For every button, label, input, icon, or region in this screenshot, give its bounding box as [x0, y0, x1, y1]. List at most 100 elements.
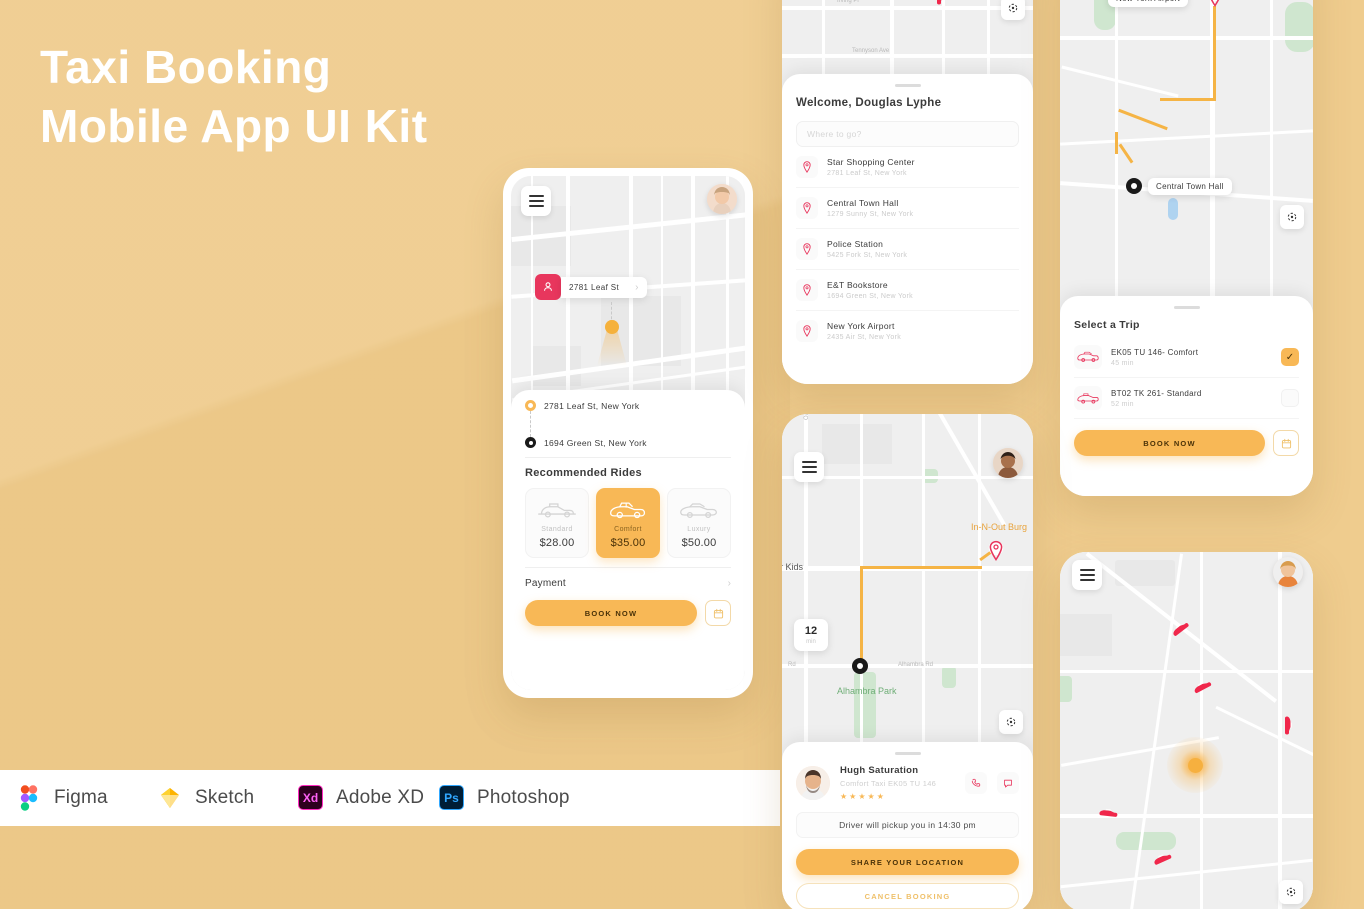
- hamburger-icon[interactable]: [794, 452, 824, 482]
- pickup-note: Driver will pickup you in 14:30 pm: [796, 812, 1019, 838]
- book-now-button[interactable]: BOOK NOW: [525, 600, 697, 626]
- eta-unit: min: [806, 638, 816, 645]
- sheet-grabber[interactable]: [1173, 306, 1200, 309]
- figma-icon: [16, 785, 42, 811]
- place-address: 2781 Leaf St, New York: [827, 170, 907, 177]
- current-location-dot: [852, 658, 868, 674]
- dropoff-row[interactable]: 1694 Green St, New York: [525, 437, 731, 448]
- search-sheet: Welcome, Douglas Lyphe Where to go? Star…: [782, 74, 1033, 384]
- destination-dot-icon[interactable]: [1126, 178, 1142, 194]
- tool-label: Figma: [54, 787, 108, 808]
- pulse-marker: [1167, 737, 1223, 793]
- trip-duration: 45 min: [1111, 359, 1134, 367]
- car-marker[interactable]: [1097, 805, 1118, 821]
- driver-car: Comfort Taxi EK05 TU 146: [840, 779, 937, 788]
- ride-price: $28.00: [539, 537, 575, 549]
- place-name: Star Shopping Center: [827, 157, 915, 167]
- street-label: Oak Ave: [804, 414, 810, 420]
- place-name: Police Station: [827, 239, 884, 249]
- park-label: Alhambra Park: [837, 686, 897, 696]
- sheet-grabber[interactable]: [894, 84, 921, 87]
- tool-photoshop[interactable]: Ps Photoshop: [439, 785, 580, 811]
- place-address: 5425 Fork St, New York: [827, 252, 908, 259]
- tool-sketch[interactable]: Sketch: [157, 785, 298, 811]
- destination-label: Central Town Hall: [1148, 178, 1232, 195]
- trip-option-row[interactable]: EK05 TU 146- Comfort 45 min ✓: [1074, 337, 1299, 378]
- driver-sheet: Hugh Saturation Comfort Taxi EK05 TU 146…: [782, 742, 1033, 909]
- list-item[interactable]: Police Station 5425 Fork St, New York: [796, 229, 1019, 270]
- phone-select-trip-screen: New York Airport Central Town Hall Selec…: [1060, 0, 1313, 496]
- place-address: 1694 Green St, New York: [827, 293, 913, 300]
- street-label: Alhambra Rd: [898, 662, 934, 668]
- current-location-dot: [605, 320, 619, 334]
- street-label: Tennyson Ave: [852, 48, 890, 54]
- headline-line-1: Taxi Booking: [40, 41, 332, 93]
- avatar[interactable]: [1273, 557, 1303, 587]
- route-dash: [530, 411, 531, 437]
- calendar-icon[interactable]: [705, 600, 731, 626]
- locate-icon[interactable]: [1001, 0, 1025, 20]
- pickup-address: 2781 Leaf St, New York: [544, 400, 640, 411]
- payment-row[interactable]: Payment ›: [525, 578, 731, 589]
- calendar-icon[interactable]: [1273, 430, 1299, 456]
- photoshop-badge: Ps: [439, 785, 464, 810]
- poi-label: In-N-Out Burg: [970, 522, 1027, 532]
- car-marker[interactable]: [1150, 849, 1174, 870]
- place-name: New York Airport: [827, 321, 895, 331]
- tool-adobe-xd[interactable]: Xd Adobe XD: [298, 785, 439, 811]
- check-icon[interactable]: [1281, 389, 1299, 407]
- screen: [1060, 552, 1313, 909]
- avatar[interactable]: [707, 184, 737, 214]
- check-icon[interactable]: ✓: [1281, 348, 1299, 366]
- locate-icon[interactable]: [999, 710, 1023, 734]
- pickup-dot-icon: [525, 400, 536, 411]
- headline-line-2: Mobile App UI Kit: [40, 99, 428, 152]
- map-pin-icon: [796, 156, 818, 178]
- cta-row: BOOK NOW: [525, 600, 731, 626]
- list-item[interactable]: New York Airport 2435 Air St, New York: [796, 311, 1019, 351]
- ride-option-comfort[interactable]: Comfort $35.00: [596, 488, 660, 558]
- share-location-button[interactable]: SHARE YOUR LOCATION: [796, 849, 1019, 875]
- driver-card: Hugh Saturation Comfort Taxi EK05 TU 146…: [796, 765, 1019, 801]
- car-marker[interactable]: [933, 0, 947, 5]
- pin-card[interactable]: 2781 Leaf St ›: [535, 274, 647, 300]
- booking-sheet: 2781 Leaf St, New York 1694 Green St, Ne…: [511, 390, 745, 690]
- origin-pin-icon[interactable]: [1206, 0, 1224, 8]
- locate-icon[interactable]: [1280, 205, 1304, 229]
- list-item[interactable]: Central Town Hall 1279 Sunny St, New Yor…: [796, 188, 1019, 229]
- map-view[interactable]: [1060, 552, 1313, 909]
- map-pin-icon: [796, 238, 818, 260]
- phone-nearby-cars-screen: [1060, 552, 1313, 909]
- hamburger-icon[interactable]: [1072, 560, 1102, 590]
- place-address: 2435 Air St, New York: [827, 334, 902, 341]
- ride-name: Comfort: [614, 526, 642, 533]
- chat-icon[interactable]: [997, 772, 1019, 794]
- locate-icon[interactable]: [1279, 880, 1303, 904]
- list-item[interactable]: E&T Bookstore 1694 Green St, New York: [796, 270, 1019, 311]
- search-input[interactable]: Where to go?: [796, 121, 1019, 147]
- ride-option-standard[interactable]: Standard $28.00: [525, 488, 589, 558]
- car-marker[interactable]: [1190, 676, 1214, 698]
- tool-label: Adobe XD: [336, 787, 425, 808]
- tools-bar: Figma Sketch Xd Adobe XD Ps Photoshop: [0, 770, 780, 826]
- destination-pin-icon[interactable]: [987, 540, 1005, 562]
- cancel-booking-button[interactable]: CANCEL BOOKING: [796, 883, 1019, 909]
- ride-option-luxury[interactable]: Luxury $50.00: [667, 488, 731, 558]
- sketch-icon: [157, 785, 183, 811]
- pickup-row[interactable]: 2781 Leaf St, New York: [525, 400, 731, 411]
- tool-figma[interactable]: Figma: [16, 785, 157, 811]
- car-comfort-icon: [1074, 345, 1102, 369]
- trip-name: BT02 TK 261- Standard: [1111, 388, 1202, 398]
- divider: [525, 567, 731, 568]
- car-marker[interactable]: [1281, 715, 1295, 735]
- screen: 2781 Leaf St › 2781 Leaf St, New York 16…: [511, 176, 745, 690]
- recommended-rides-title: Recommended Rides: [525, 467, 642, 479]
- sheet-grabber[interactable]: [894, 752, 921, 755]
- avatar[interactable]: [993, 448, 1023, 478]
- trip-option-row[interactable]: BT02 TK 261- Standard 52 min: [1074, 378, 1299, 419]
- chevron-right-icon: ›: [635, 281, 639, 293]
- list-item[interactable]: Star Shopping Center 2781 Leaf St, New Y…: [796, 147, 1019, 188]
- book-now-button[interactable]: BOOK NOW: [1074, 430, 1265, 456]
- hamburger-icon[interactable]: [521, 186, 551, 216]
- phone-icon[interactable]: [965, 772, 987, 794]
